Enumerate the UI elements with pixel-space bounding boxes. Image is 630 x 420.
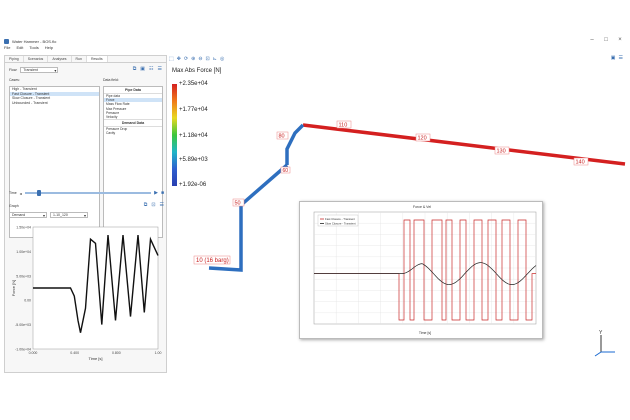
pipe-segment[interactable] — [208, 163, 289, 272]
time-row: Time ◂ ▶ ■ — [9, 190, 164, 196]
pipe-label-text: 130 — [497, 149, 506, 155]
panel-tabs: Piping Scenarios Analyses Run Results — [5, 56, 166, 63]
x-axis-label: Time [s] — [419, 331, 431, 335]
model-viewport: ⬚ ✥ ⟳ ⊕ ⊖ ⊡ ⊾ ◎ ▣ ☰ Max Abs Force [N] +2… — [169, 55, 626, 373]
pipe-data-header: Pipe Data — [104, 87, 162, 94]
y-tick-label: 1.00e+04 — [16, 250, 31, 254]
time-slider-handle[interactable] — [37, 190, 42, 196]
results-toolbar: ⧉ ▣ ☷ ☰ — [133, 66, 162, 72]
point-select[interactable]: 1-10_120 — [50, 212, 88, 218]
graph-controls: Demand 1-10_120 — [9, 212, 164, 218]
pipe-label[interactable]: 50 — [232, 198, 245, 207]
tab-scenarios[interactable]: Scenarios — [24, 56, 49, 62]
menu-help[interactable]: Help — [45, 45, 53, 51]
pipe-label-text: 10 (16 barg) — [196, 258, 229, 264]
chart-title: Force & Vel — [413, 205, 431, 209]
tab-analyses[interactable]: Analyses — [48, 56, 72, 62]
y-axis-label: Force [N] — [11, 280, 16, 296]
app-icon — [4, 38, 9, 44]
x-tick-label: 0.000 — [29, 351, 38, 355]
pipe-label-text: 140 — [576, 160, 585, 166]
force-time-chart: 1.50e+041.00e+045.00e+030.00-5.00e+03-1.… — [11, 226, 162, 362]
graph-section: Graph ⧉ ⊡ ☰ Demand 1-10_120 — [9, 202, 164, 218]
pipe-label-text: 60 — [283, 168, 289, 174]
axis-triad-icon: Y — [594, 330, 615, 357]
menu-tools[interactable]: Tools — [29, 45, 38, 51]
tab-results[interactable]: Results — [86, 56, 108, 62]
pipe-label[interactable]: 10 (16 barg) — [193, 255, 231, 265]
save-icon[interactable]: ▣ — [140, 66, 145, 72]
maximize-button[interactable]: □ — [602, 37, 610, 43]
window-title: Water Hammer - BOS.flo — [12, 38, 57, 44]
legend-entry: Slow Closure - Transient — [325, 222, 356, 226]
menu-bar: File Edit Tools Help — [4, 45, 53, 51]
export-icon[interactable]: ⧉ — [133, 66, 137, 72]
pipe-label-text: 110 — [339, 123, 348, 129]
pipe-label-text: 80 — [279, 134, 285, 140]
title-row: Water Hammer - BOS.flo — [4, 38, 56, 44]
minimize-button[interactable]: – — [588, 37, 596, 43]
zoom-icon[interactable]: ⊡ — [151, 202, 155, 208]
pipe-label[interactable]: 110 — [336, 120, 352, 129]
play-icon[interactable]: ▶ — [154, 190, 158, 196]
pipe-label-text: 50 — [235, 201, 241, 207]
pipe-label-text: 120 — [418, 136, 427, 142]
y-tick-label: 0.00 — [24, 299, 31, 303]
pipe-label[interactable]: 60 — [280, 166, 291, 174]
pipe-label[interactable]: 120 — [415, 133, 431, 142]
svg-text:Y: Y — [599, 330, 603, 336]
left-panel: Piping Scenarios Analyses Run Results Fl… — [4, 55, 167, 373]
pipe-segment[interactable] — [285, 123, 305, 165]
y-tick-label: 5.00e+03 — [16, 274, 31, 278]
filter-icon[interactable]: ☷ — [149, 66, 153, 72]
pipe-label[interactable]: 80 — [276, 131, 289, 140]
graph-toolbar: ⧉ ⊡ ☰ — [144, 202, 164, 208]
flow-label: Flow: — [9, 68, 18, 72]
step-back-icon[interactable]: ◂ — [20, 191, 22, 196]
stop-icon[interactable]: ■ — [161, 190, 164, 196]
cases-label: Cases: — [9, 78, 20, 82]
tab-piping[interactable]: Piping — [5, 56, 24, 62]
title-bar: Water Hammer - BOS.flo – □ × — [0, 0, 630, 44]
flow-select[interactable]: Transient — [20, 67, 59, 73]
pipe-label[interactable]: 140 — [573, 157, 589, 166]
y-tick-label: 1.50e+04 — [16, 226, 31, 230]
y-tick-label: -5.00e+03 — [15, 323, 31, 327]
overlay-chart-panel: Force & Vel Time [s] Fast Closure - Transi… — [299, 201, 543, 339]
list-item[interactable]: Unbounded - Transient — [10, 101, 99, 106]
menu-edit[interactable]: Edit — [16, 45, 23, 51]
pipe-label[interactable]: 130 — [494, 146, 510, 155]
menu-file[interactable]: File — [4, 45, 10, 51]
flow-row: Flow: Transient — [9, 67, 59, 73]
settings-icon[interactable]: ☰ — [160, 202, 164, 208]
time-slider[interactable] — [24, 190, 152, 196]
series-select[interactable]: Demand — [9, 212, 47, 218]
list-item[interactable]: Cavity — [104, 131, 162, 135]
settings-icon[interactable]: ☰ — [158, 66, 162, 72]
legend-entry: Fast Closure - Transient — [325, 217, 355, 221]
force-vel-chart: Force & Vel Time [s] Fast Closure - Transi… — [313, 205, 537, 335]
export-icon[interactable]: ⧉ — [144, 202, 148, 208]
x-axis-label: Time [s] — [88, 356, 102, 361]
tab-run[interactable]: Run — [72, 56, 87, 62]
graph-title: Graph — [9, 204, 19, 208]
demand-data-header: Demand Data — [104, 119, 162, 128]
x-tick-label: 0.400 — [70, 351, 79, 355]
data-field-label: Data field: — [103, 78, 119, 82]
x-tick-label: 1.00 — [155, 351, 162, 355]
close-button[interactable]: × — [616, 37, 624, 43]
time-label: Time — [9, 191, 17, 195]
x-tick-label: 0.800 — [112, 351, 121, 355]
